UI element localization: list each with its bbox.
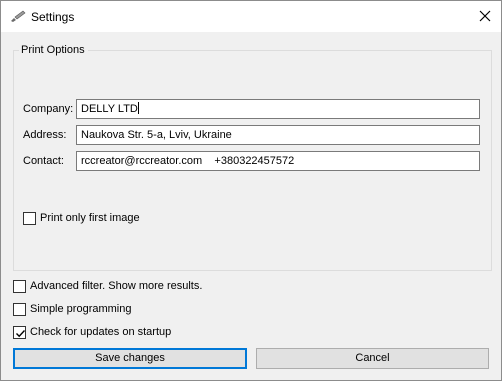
contact-field[interactable]: rccreator@rccreator.com +380322457572 bbox=[76, 151, 480, 171]
contact-label: Contact: bbox=[23, 155, 64, 167]
address-label: Address: bbox=[23, 129, 67, 141]
simple-programming-label: Simple programming bbox=[30, 303, 132, 315]
print-first-only-checkbox[interactable] bbox=[23, 212, 36, 225]
simple-programming-checkbox[interactable] bbox=[13, 303, 26, 316]
company-label: Company: bbox=[23, 103, 74, 115]
checkmark-icon bbox=[16, 330, 26, 338]
settings-window: Settings Print Options Company: DELLY LT… bbox=[0, 0, 502, 381]
company-value: DELLY LTD bbox=[81, 103, 138, 115]
company-field[interactable]: DELLY LTD bbox=[76, 99, 480, 119]
cancel-button[interactable]: Cancel bbox=[256, 348, 489, 369]
print-options-legend: Print Options bbox=[19, 43, 88, 57]
text-caret bbox=[137, 102, 139, 114]
brush-icon bbox=[10, 10, 26, 23]
window-title: Settings bbox=[31, 10, 75, 24]
check-updates-checkbox[interactable] bbox=[13, 326, 26, 339]
address-field[interactable]: Naukova Str. 5-a, Lviv, Ukraine bbox=[76, 125, 480, 145]
close-icon bbox=[479, 10, 491, 22]
print-first-only-label: Print only first image bbox=[40, 212, 140, 224]
advanced-filter-label: Advanced filter. Show more results. bbox=[30, 280, 203, 292]
close-button[interactable] bbox=[469, 1, 501, 32]
save-changes-button[interactable]: Save changes bbox=[13, 348, 247, 369]
advanced-filter-checkbox[interactable] bbox=[13, 280, 26, 293]
check-updates-label: Check for updates on startup bbox=[30, 326, 172, 338]
title-bar[interactable]: Settings bbox=[1, 1, 501, 32]
